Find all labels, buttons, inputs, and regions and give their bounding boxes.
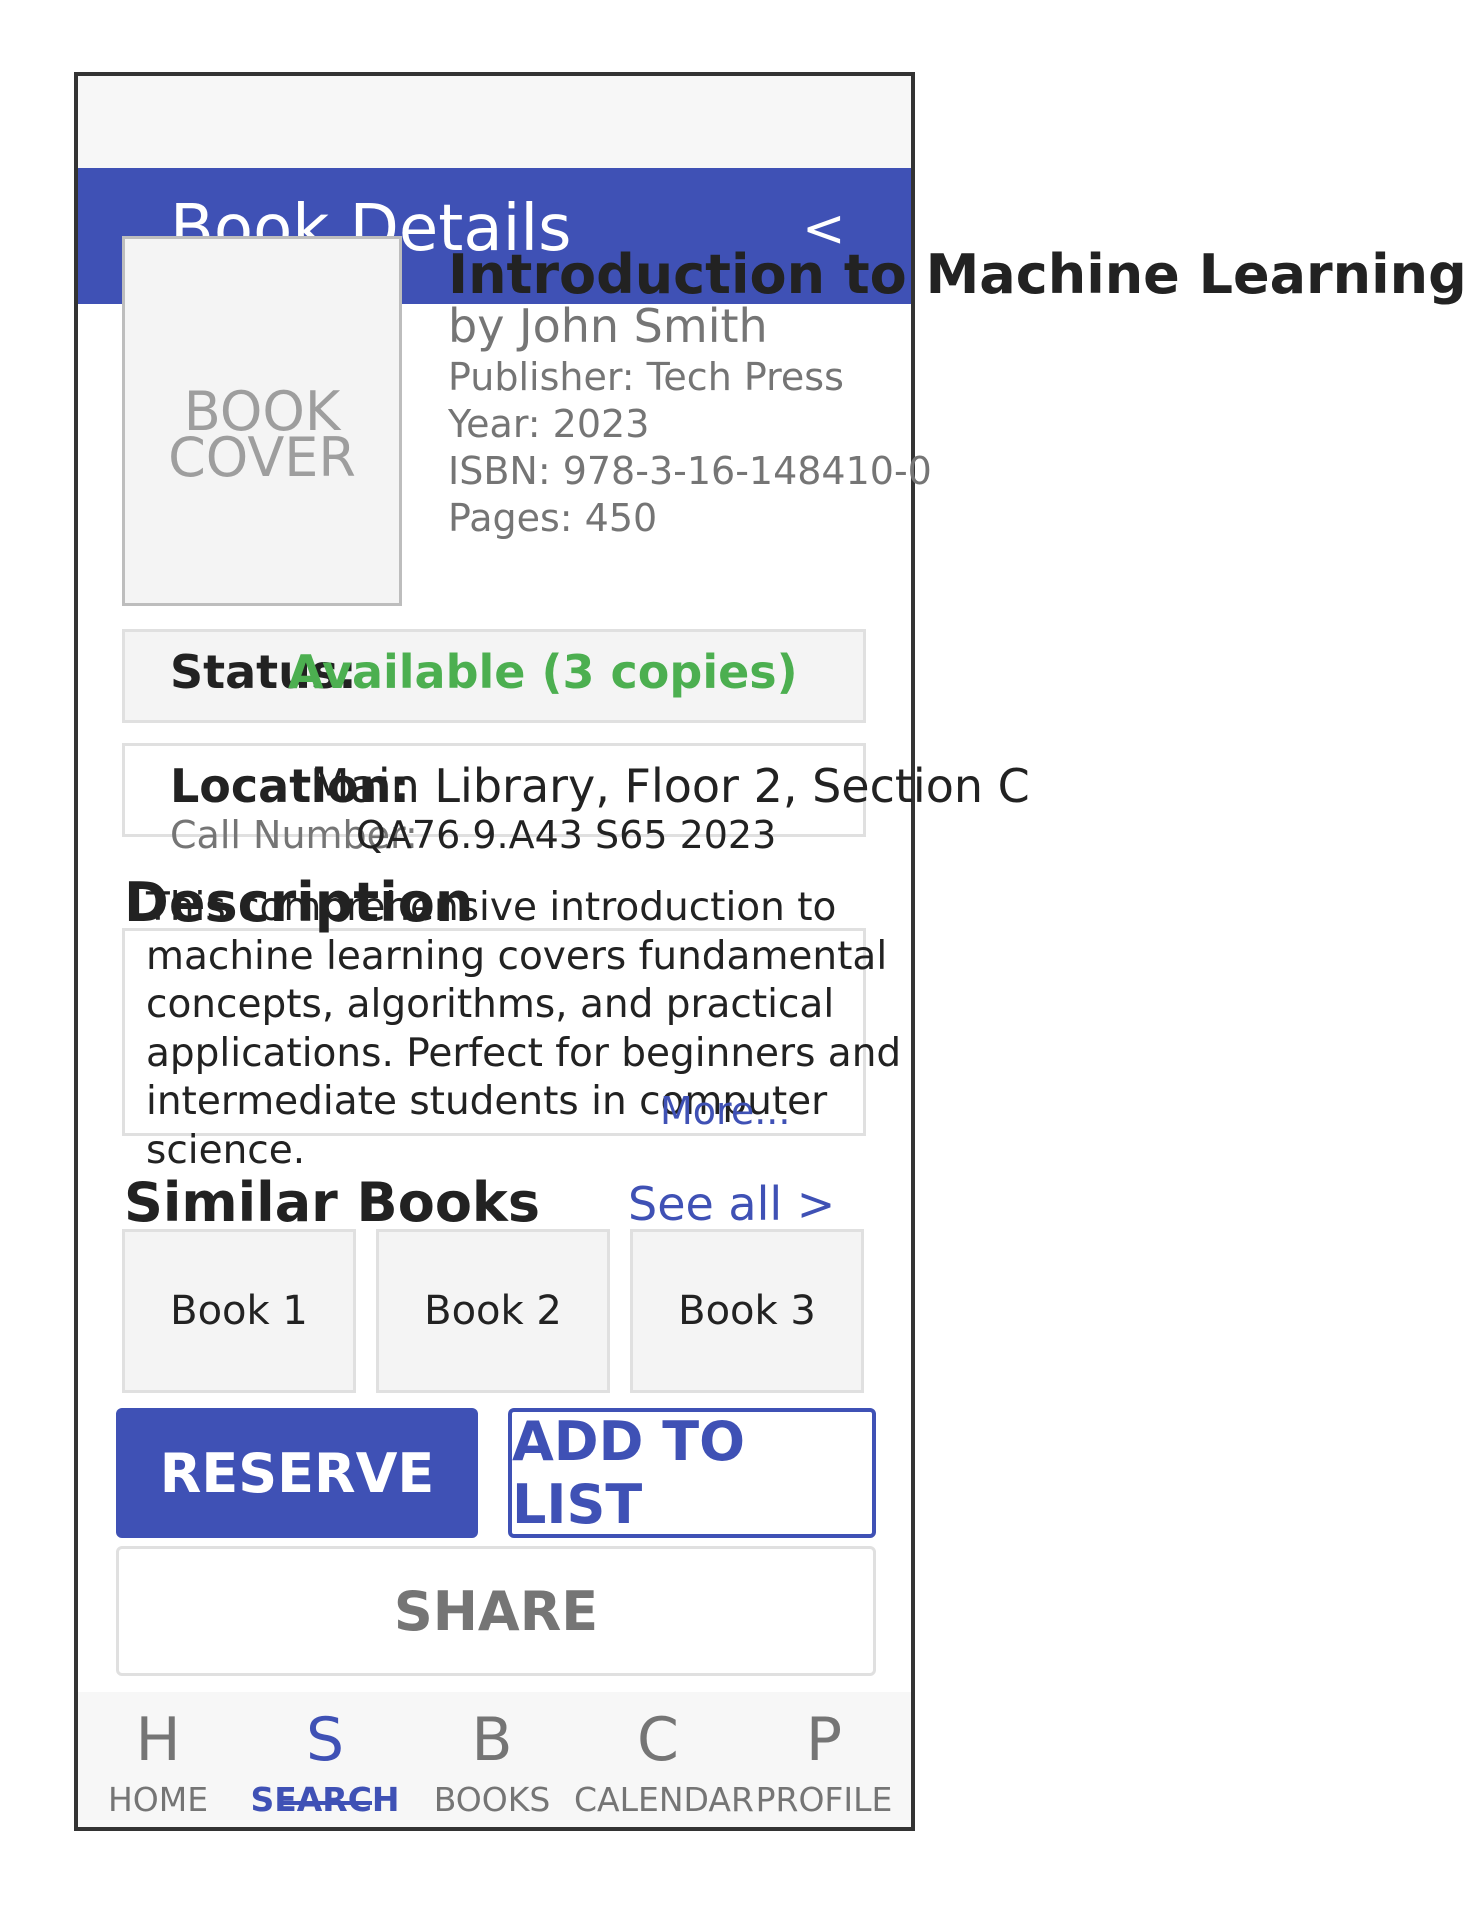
calendar-icon: C	[637, 1705, 679, 1775]
see-all-link[interactable]: See all >	[628, 1174, 835, 1234]
book-pages: Pages: 450	[448, 496, 658, 540]
book-year: Year: 2023	[448, 402, 650, 446]
search-icon: S	[305, 1705, 345, 1775]
books-icon: B	[471, 1705, 513, 1775]
nav-item-calendar[interactable]: C CALENDAR	[574, 1692, 754, 1827]
reserve-button[interactable]: RESERVE	[116, 1408, 478, 1538]
nav-label-calendar: CALENDAR	[574, 1780, 754, 1819]
description-heading: Description	[124, 871, 474, 934]
nav-label-books: BOOKS	[433, 1780, 551, 1819]
similar-book-card[interactable]: Book 2	[376, 1229, 610, 1393]
book-isbn: ISBN: 978-3-16-148410-0	[448, 449, 932, 493]
nav-item-search[interactable]: S SEARCH	[241, 1692, 409, 1827]
more-link[interactable]: More...	[660, 1086, 790, 1136]
book-publisher: Publisher: Tech Press	[448, 355, 844, 399]
nav-item-home[interactable]: H HOME	[74, 1692, 242, 1827]
book-cover-image: BOOK COVER	[122, 236, 402, 606]
nav-label-home: HOME	[107, 1780, 209, 1819]
nav-label-profile: PROFILE	[755, 1780, 893, 1819]
status-bar	[78, 76, 911, 168]
call-number-value: QA76.9.A43 S65 2023	[356, 813, 777, 857]
add-to-list-button[interactable]: ADD TO LIST	[508, 1408, 876, 1538]
active-tab-indicator	[280, 1801, 372, 1805]
nav-item-profile[interactable]: P PROFILE	[740, 1692, 908, 1827]
book-author: by John Smith	[448, 299, 768, 353]
similar-book-card[interactable]: Book 3	[630, 1229, 864, 1393]
nav-item-books[interactable]: B BOOKS	[408, 1692, 576, 1827]
share-button[interactable]: SHARE	[116, 1546, 876, 1676]
home-icon: H	[135, 1705, 181, 1775]
status-value: Available (3 copies)	[288, 645, 798, 699]
book-cover-placeholder: BOOK COVER	[168, 380, 356, 489]
similar-book-card[interactable]: Book 1	[122, 1229, 356, 1393]
nav-label-search: SEARCH	[250, 1780, 400, 1819]
similar-books-heading: Similar Books	[124, 1171, 540, 1234]
profile-icon: P	[805, 1705, 843, 1775]
location-value: Main Library, Floor 2, Section C	[310, 759, 1030, 813]
